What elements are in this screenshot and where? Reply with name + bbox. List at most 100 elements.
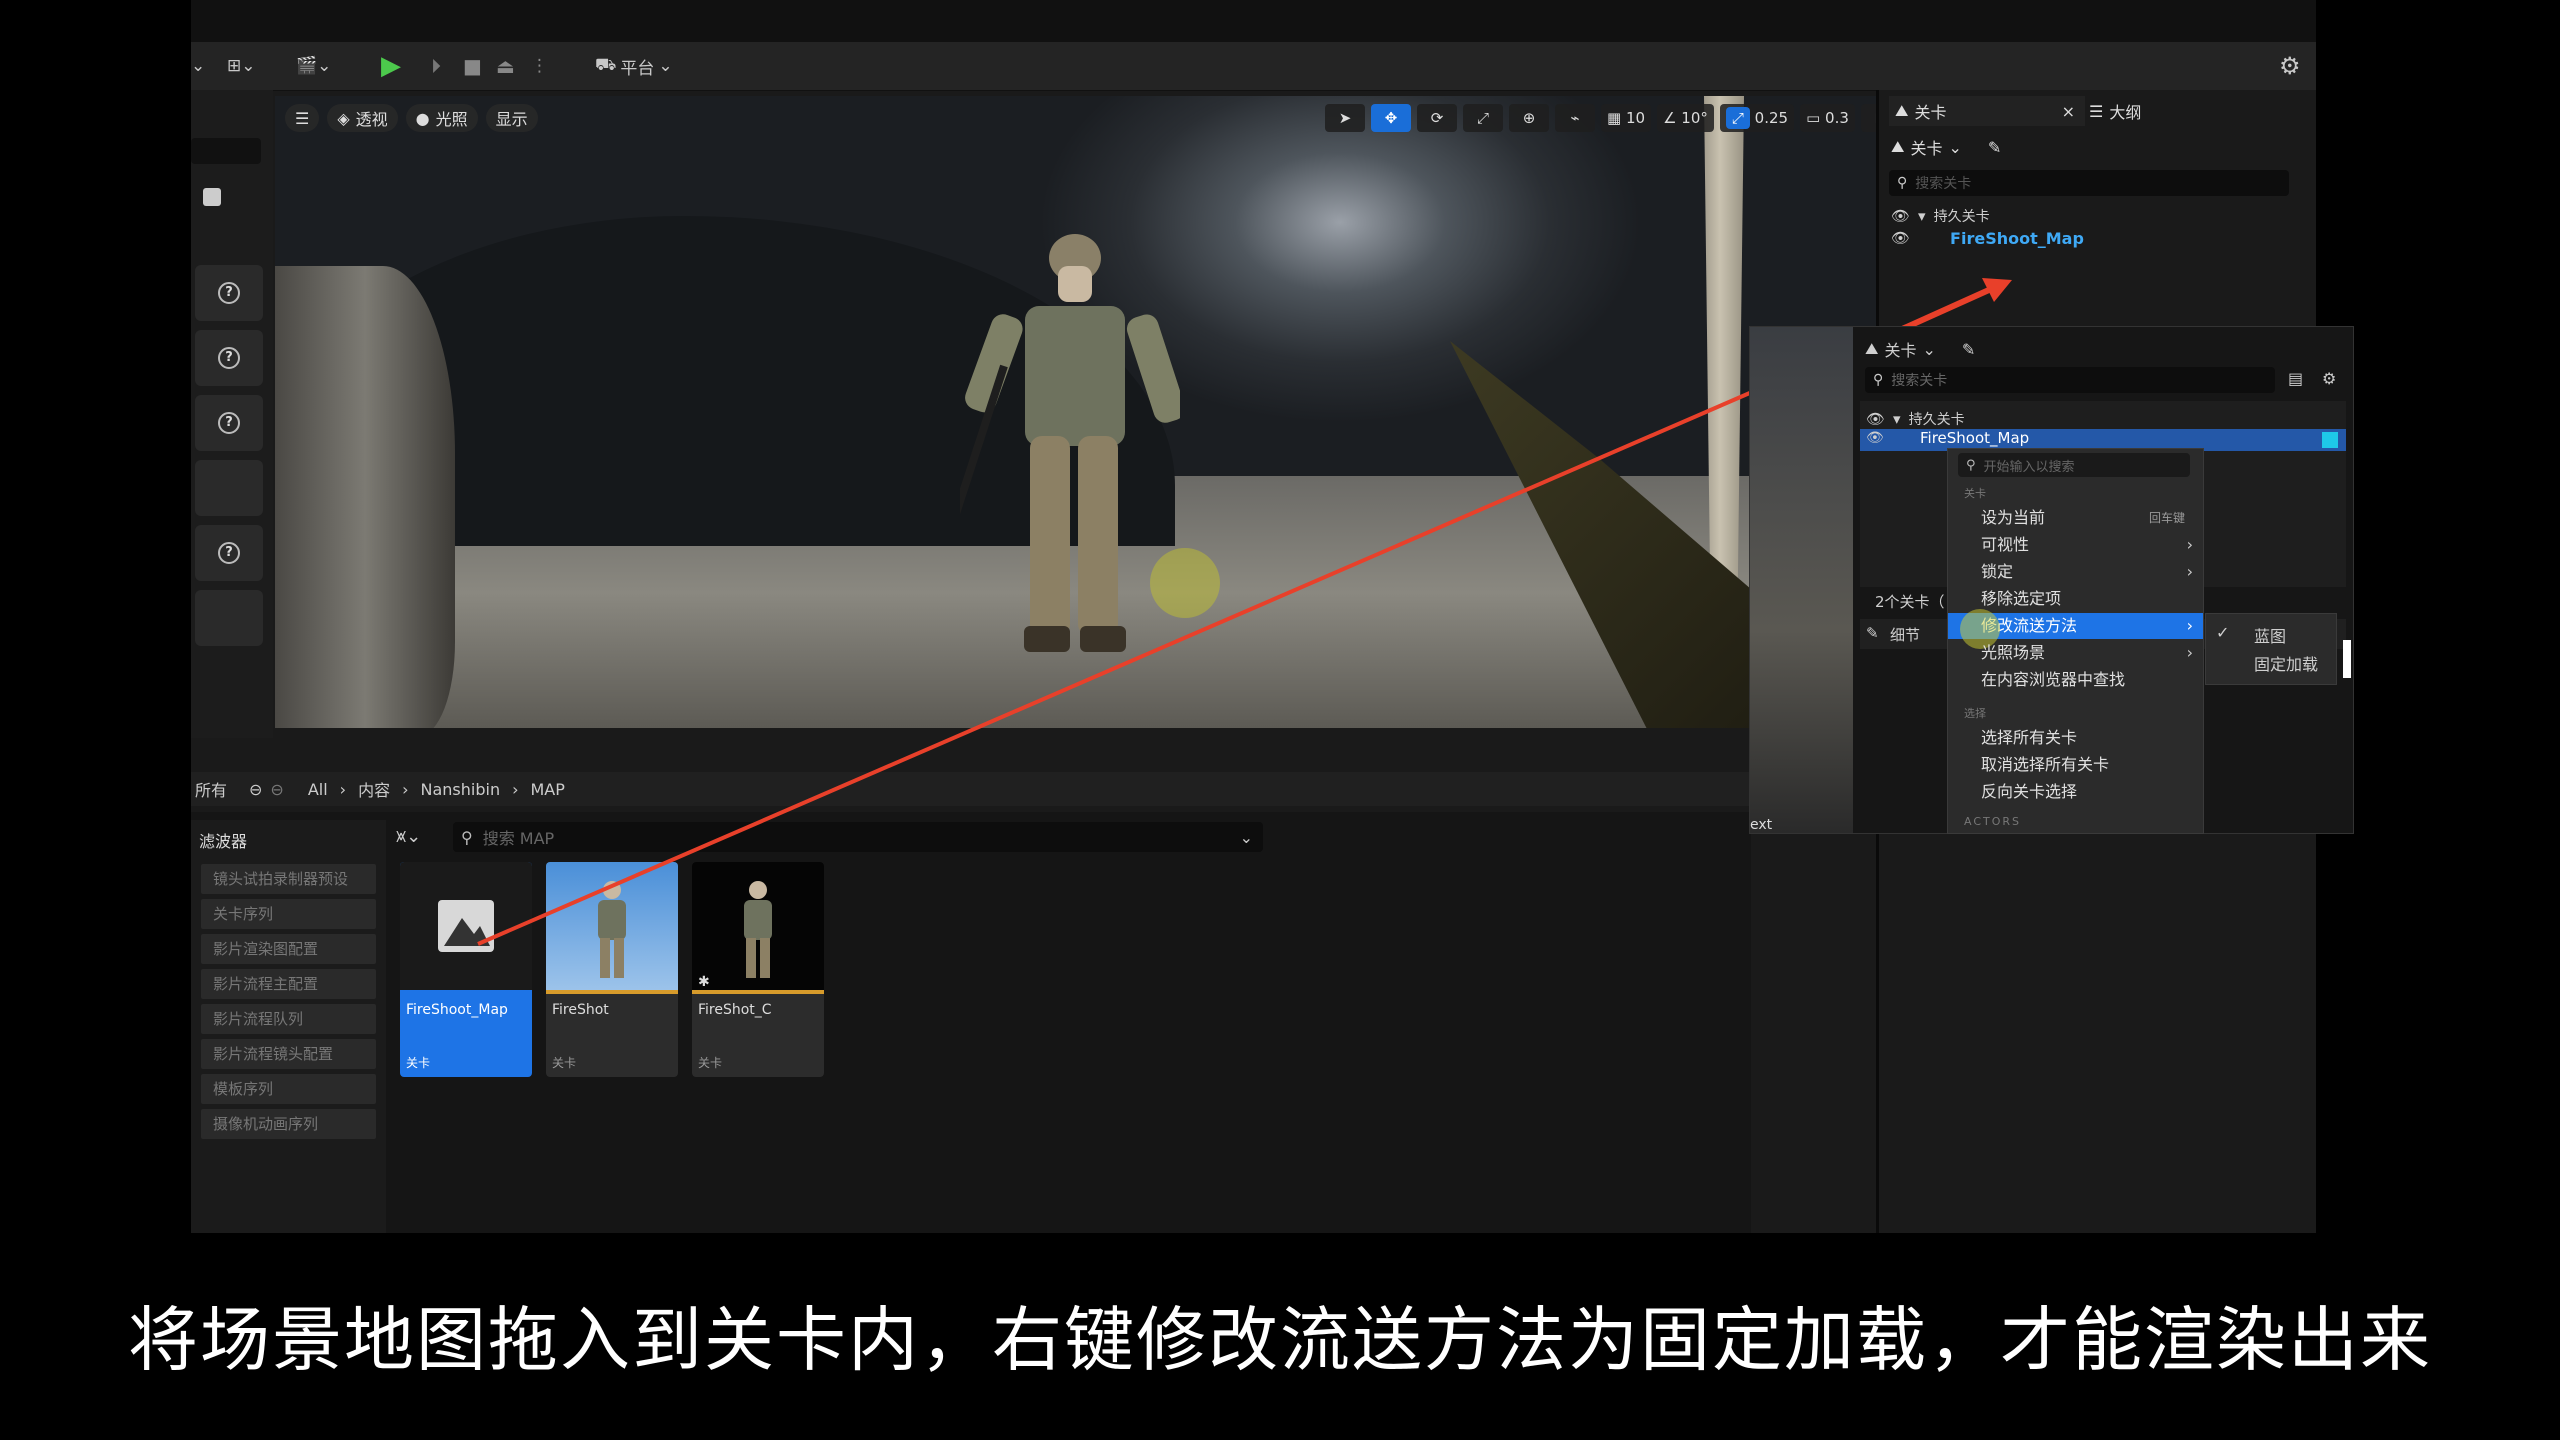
menu-deselect-all-levels[interactable]: 取消选择所有关卡 bbox=[1948, 752, 2203, 778]
select-tool-icon[interactable]: ➤ bbox=[1325, 104, 1365, 132]
submenu-label: 蓝图 bbox=[2254, 627, 2287, 646]
world-local-icon[interactable]: ⊕ bbox=[1509, 104, 1549, 132]
gear-icon[interactable]: ⚙ bbox=[2322, 369, 2336, 388]
mode-button-4[interactable] bbox=[195, 460, 263, 516]
asset-tile-fireshoot-map[interactable]: FireShoot_Map 关卡 bbox=[400, 862, 532, 1077]
levels-search-input[interactable]: ⚲ 搜索关卡 bbox=[1889, 170, 2289, 196]
history-forward-icon[interactable]: ⊖ bbox=[270, 780, 283, 799]
persistent-level-row[interactable]: 👁 ▾ 持久关卡 bbox=[1891, 204, 1990, 228]
cinematics-icon[interactable]: 🎬⌄ bbox=[296, 52, 331, 80]
edit-pencil-icon[interactable]: ✎ bbox=[1962, 340, 1975, 359]
menu-invert-level-selection[interactable]: 反向关卡选择 bbox=[1948, 779, 2203, 805]
snap-icon[interactable]: ⊞⌄ bbox=[227, 52, 256, 80]
level-context-menu: ⚲ 开始输入以搜索 关卡 设为当前 回车键 可视性 › 锁定 › 移除选定项 修… bbox=[1947, 448, 2204, 834]
mode-cube-icon[interactable] bbox=[203, 188, 221, 206]
move-tool-icon[interactable]: ✥ bbox=[1371, 104, 1411, 132]
breadcrumb-map[interactable]: MAP bbox=[530, 780, 564, 799]
scale-snap[interactable]: ⤢ 0.25 bbox=[1719, 104, 1795, 132]
scale-tool-icon[interactable]: ⤢ bbox=[1463, 104, 1503, 132]
filter-item[interactable]: 模板序列 bbox=[201, 1074, 376, 1104]
asset-thumbnail bbox=[400, 862, 532, 990]
toolbar-chevron[interactable]: ⌄ bbox=[191, 52, 205, 80]
popup-levels-dropdown[interactable]: ⛰ 关卡 ⌄ ✎ bbox=[1865, 337, 1975, 361]
mode-button-2[interactable]: ? bbox=[195, 330, 263, 386]
breadcrumb-content[interactable]: 内容 bbox=[358, 777, 390, 801]
map-level-row[interactable]: 👁 FireShoot_Map bbox=[1891, 226, 2084, 250]
menu-set-current[interactable]: 设为当前 回车键 bbox=[1948, 505, 2203, 531]
all-label[interactable]: 所有 bbox=[195, 777, 227, 801]
surface-snap-icon[interactable]: ⌁ bbox=[1555, 104, 1595, 132]
level-asset-icon bbox=[438, 900, 494, 952]
edit-pencil-icon[interactable]: ✎ bbox=[1988, 138, 2001, 157]
mode-button-3[interactable]: ? bbox=[195, 395, 263, 451]
viewport-crop bbox=[1750, 327, 1853, 833]
chevron-right-icon: › bbox=[2186, 562, 2193, 581]
menu-remove-selected[interactable]: 移除选定项 bbox=[1948, 586, 2203, 612]
breadcrumb-all[interactable]: All bbox=[308, 780, 328, 799]
perspective-button[interactable]: ◈ 透视 bbox=[327, 104, 398, 132]
menu-lighting-scenarios[interactable]: 光照场景 › bbox=[1948, 640, 2203, 666]
menu-label: 移除选定项 bbox=[1981, 589, 2062, 608]
tab-levels-label: 关卡 bbox=[1914, 103, 1947, 122]
filter-item[interactable]: 关卡序列 bbox=[201, 899, 376, 929]
lighting-button[interactable]: ● 光照 bbox=[405, 104, 478, 132]
menu-label: 选择所有关卡 bbox=[1981, 728, 2078, 747]
eject-icon[interactable]: ⏏ bbox=[496, 52, 515, 80]
persistent-level-row[interactable]: 👁 ▾ 持久关卡 bbox=[1866, 407, 1965, 431]
levels-icon: ⛰ bbox=[1865, 339, 1879, 358]
viewport-menu-button[interactable]: ☰ bbox=[285, 104, 320, 132]
step-icon[interactable]: ⏵ bbox=[431, 52, 441, 80]
eye-icon[interactable]: 👁 bbox=[1866, 410, 1885, 428]
close-icon[interactable]: × bbox=[2062, 102, 2075, 121]
filter-item[interactable]: 影片流程主配置 bbox=[201, 969, 376, 999]
filter-item[interactable]: 摄像机动画序列 bbox=[201, 1109, 376, 1139]
eye-icon[interactable]: 👁 bbox=[1891, 207, 1910, 225]
stop-icon[interactable]: ■ bbox=[463, 52, 482, 80]
eye-icon[interactable]: 👁 bbox=[1891, 229, 1910, 247]
more-icon[interactable]: ⋮ bbox=[531, 52, 548, 80]
filter-item[interactable]: 影片流程队列 bbox=[201, 1004, 376, 1034]
angle-snap[interactable]: ∠ 10° bbox=[1657, 104, 1714, 132]
camera-speed[interactable]: ▭ 0.3 bbox=[1800, 104, 1855, 132]
settings-gear-icon[interactable]: ⚙ bbox=[2279, 52, 2301, 80]
filter-item[interactable]: 镜头试拍录制器预设 bbox=[201, 864, 376, 894]
folder-icon[interactable]: ▤ bbox=[2288, 369, 2303, 388]
scrollbar-thumb[interactable] bbox=[2343, 640, 2351, 678]
eye-icon[interactable]: 👁 bbox=[1866, 430, 1884, 446]
menu-find-in-content-browser[interactable]: 在内容浏览器中查找 bbox=[1948, 667, 2203, 693]
platform-menu[interactable]: ⛟ 平台 ⌄ bbox=[595, 52, 673, 80]
menu-label: 可视性 bbox=[1981, 535, 2030, 554]
filter-item[interactable]: 影片流程镜头配置 bbox=[201, 1039, 376, 1069]
persistent-level-label: 持久关卡 bbox=[1933, 209, 1990, 225]
grid-snap[interactable]: ▦ 10 bbox=[1601, 104, 1652, 132]
mode-button-1[interactable]: ? bbox=[195, 265, 263, 321]
history-back-icon[interactable]: ⊖ bbox=[249, 780, 262, 799]
levels-dropdown[interactable]: ⛰ 关卡 ⌄ ✎ bbox=[1891, 132, 2001, 162]
play-icon[interactable]: ▶ bbox=[381, 51, 401, 81]
tab-levels[interactable]: ⛰ 关卡 × bbox=[1889, 96, 2085, 126]
breadcrumb-nanshibin[interactable]: Nanshibin bbox=[421, 780, 501, 799]
menu-lock[interactable]: 锁定 › bbox=[1948, 559, 2203, 585]
submenu-always-loaded[interactable]: 固定加载 bbox=[2206, 648, 2336, 674]
show-button[interactable]: 显示 bbox=[485, 104, 538, 132]
asset-search-input[interactable]: ⚲ 搜索 MAP ⌄ bbox=[453, 822, 1263, 852]
tab-outline[interactable]: ☰ 大纲 bbox=[2089, 96, 2141, 126]
rotate-tool-icon[interactable]: ⟳ bbox=[1417, 104, 1457, 132]
context-search-input[interactable]: ⚲ 开始输入以搜索 bbox=[1958, 453, 2190, 477]
soldier-thumbnail bbox=[598, 881, 626, 978]
mode-button-6[interactable] bbox=[195, 590, 263, 646]
mode-search-input[interactable] bbox=[191, 138, 261, 164]
filters-title: 滤波器 bbox=[199, 832, 248, 851]
grid-icon: ▦ bbox=[1607, 109, 1622, 127]
mode-button-5[interactable]: ? bbox=[195, 525, 263, 581]
chevron-right-icon: › bbox=[2186, 616, 2193, 635]
asset-tile-fireshot[interactable]: FireShot 关卡 bbox=[546, 862, 678, 1077]
platform-label: 平台 bbox=[620, 58, 655, 79]
menu-select-all-levels[interactable]: 选择所有关卡 bbox=[1948, 725, 2203, 751]
submenu-blueprint[interactable]: ✓ 蓝图 bbox=[2206, 620, 2336, 646]
popup-search-input[interactable]: ⚲ 搜索关卡 bbox=[1865, 367, 2275, 393]
menu-visibility[interactable]: 可视性 › bbox=[1948, 532, 2203, 558]
filter-item[interactable]: 影片渲染图配置 bbox=[201, 934, 376, 964]
asset-tile-fireshot-c[interactable]: ✱ FireShot_C 关卡 bbox=[692, 862, 824, 1077]
filter-dropdown-icon[interactable]: ⩙⌄ bbox=[396, 826, 421, 847]
